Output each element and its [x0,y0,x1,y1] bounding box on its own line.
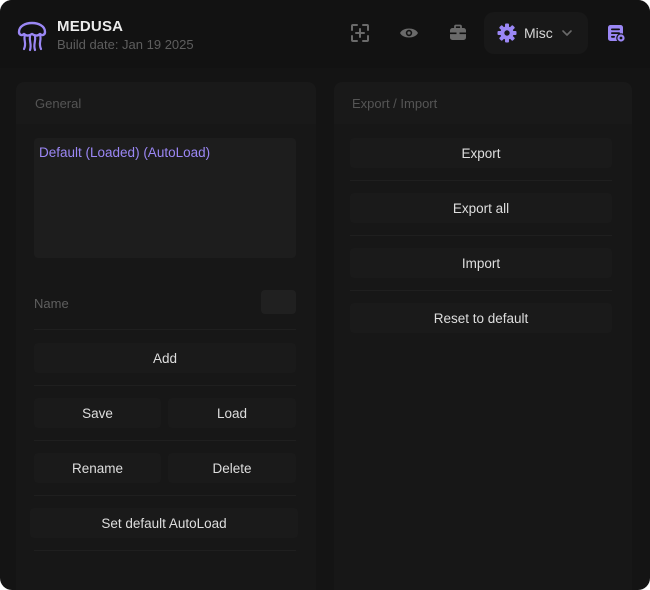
gear-icon [497,23,517,43]
app-title: MEDUSA [57,18,124,35]
delete-button[interactable]: Delete [168,453,296,483]
export-import-title: Export / Import [352,96,438,111]
briefcase-icon[interactable] [445,20,471,46]
build-date: Build date: Jan 19 2025 [57,37,194,52]
general-panel-header: General [16,82,316,124]
crosshair-add-icon[interactable] [347,20,373,46]
general-title: General [35,96,82,111]
save-button[interactable]: Save [34,398,161,428]
divider [350,235,612,236]
export-button[interactable]: Export [350,138,612,168]
divider [34,495,296,496]
jellyfish-logo-icon [17,21,47,52]
set-default-autoload-button[interactable]: Set default AutoLoad [30,508,298,538]
divider [34,440,296,441]
chevron-down-icon [562,30,572,36]
export-all-button[interactable]: Export all [350,193,612,223]
app-window: MEDUSA Build date: Jan 19 2025 Misc Gene… [0,0,650,590]
config-list[interactable]: Default (Loaded) (AutoLoad) [34,138,296,258]
add-button[interactable]: Add [34,343,296,373]
load-button[interactable]: Load [168,398,296,428]
misc-label: Misc [524,25,553,41]
name-input[interactable] [261,290,296,314]
rename-button[interactable]: Rename [34,453,161,483]
divider [34,329,296,330]
header-bar: MEDUSA Build date: Jan 19 2025 Misc [0,0,650,68]
divider [350,180,612,181]
eye-icon[interactable] [396,20,422,46]
general-panel: General Default (Loaded) (AutoLoad) Name… [16,82,316,590]
divider [34,550,296,551]
misc-tab[interactable]: Misc [484,12,588,54]
reset-to-default-button[interactable]: Reset to default [350,303,612,333]
name-label: Name [34,296,69,311]
settings-list-icon[interactable] [603,20,629,46]
config-list-item[interactable]: Default (Loaded) (AutoLoad) [39,145,210,160]
export-import-panel-header: Export / Import [334,82,632,124]
divider [350,290,612,291]
export-import-panel: Export / Import Export Export all Import… [334,82,632,590]
divider [34,385,296,386]
import-button[interactable]: Import [350,248,612,278]
